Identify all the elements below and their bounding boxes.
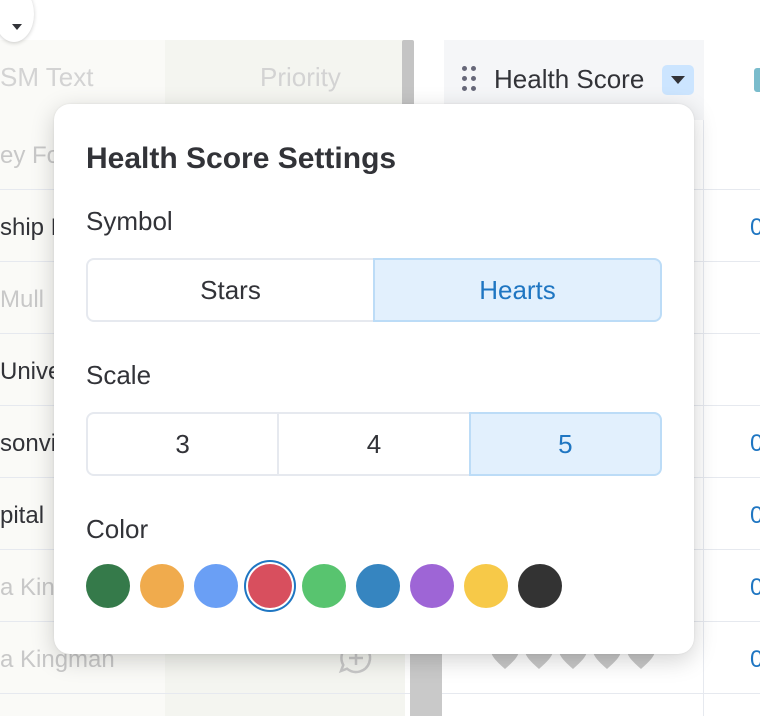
symbol-label: Symbol: [86, 206, 173, 236]
color-swatch[interactable]: [302, 564, 346, 608]
item-name[interactable]: Unive: [0, 358, 61, 386]
color-swatch[interactable]: [248, 564, 292, 608]
symbol-option-stars[interactable]: Stars: [86, 258, 375, 322]
health-score-settings-popover: Health Score Settings Symbol Stars Heart…: [54, 104, 694, 654]
color-swatch[interactable]: [356, 564, 400, 608]
cell-value[interactable]: 0: [750, 214, 760, 242]
cell-value[interactable]: 0: [750, 430, 760, 458]
scale-option-4[interactable]: 4: [277, 412, 471, 476]
scale-option-3[interactable]: 3: [86, 412, 280, 476]
color-swatch[interactable]: [410, 564, 454, 608]
cell-value[interactable]: 0: [750, 646, 760, 674]
color-swatch[interactable]: [86, 564, 130, 608]
color-swatch-list: [86, 564, 562, 608]
item-name[interactable]: a Kin: [0, 574, 55, 602]
color-swatch[interactable]: [140, 564, 184, 608]
scale-selector: 3 4 5: [86, 412, 662, 476]
color-swatch[interactable]: [194, 564, 238, 608]
item-name[interactable]: Mull: [0, 286, 44, 314]
cell-value[interactable]: 0: [750, 574, 760, 602]
column-header-text[interactable]: SM Text: [0, 62, 93, 93]
scale-label: Scale: [86, 360, 152, 390]
column-header-priority[interactable]: Priority: [260, 62, 341, 93]
cell-value[interactable]: 0: [750, 502, 760, 530]
item-name[interactable]: pital: [0, 502, 44, 530]
collapse-icon[interactable]: [0, 0, 34, 42]
color-label: Color: [86, 514, 149, 544]
column-divider: [703, 120, 704, 716]
symbol-option-hearts[interactable]: Hearts: [373, 258, 662, 322]
row-divider: [0, 693, 760, 694]
drag-handle-icon[interactable]: [462, 66, 476, 94]
column-resize-handle[interactable]: [402, 40, 414, 110]
color-swatch[interactable]: [464, 564, 508, 608]
popover-title: Health Score Settings: [86, 142, 397, 175]
color-swatch[interactable]: [518, 564, 562, 608]
health-score-column-title[interactable]: Health Score: [494, 64, 644, 95]
next-column-icon: [754, 68, 760, 92]
chevron-down-icon[interactable]: [662, 65, 694, 95]
scale-option-5[interactable]: 5: [468, 412, 662, 476]
item-name[interactable]: sonvil: [0, 430, 61, 458]
item-name[interactable]: ey Fo: [0, 142, 60, 170]
symbol-selector: Stars Hearts: [86, 258, 662, 322]
